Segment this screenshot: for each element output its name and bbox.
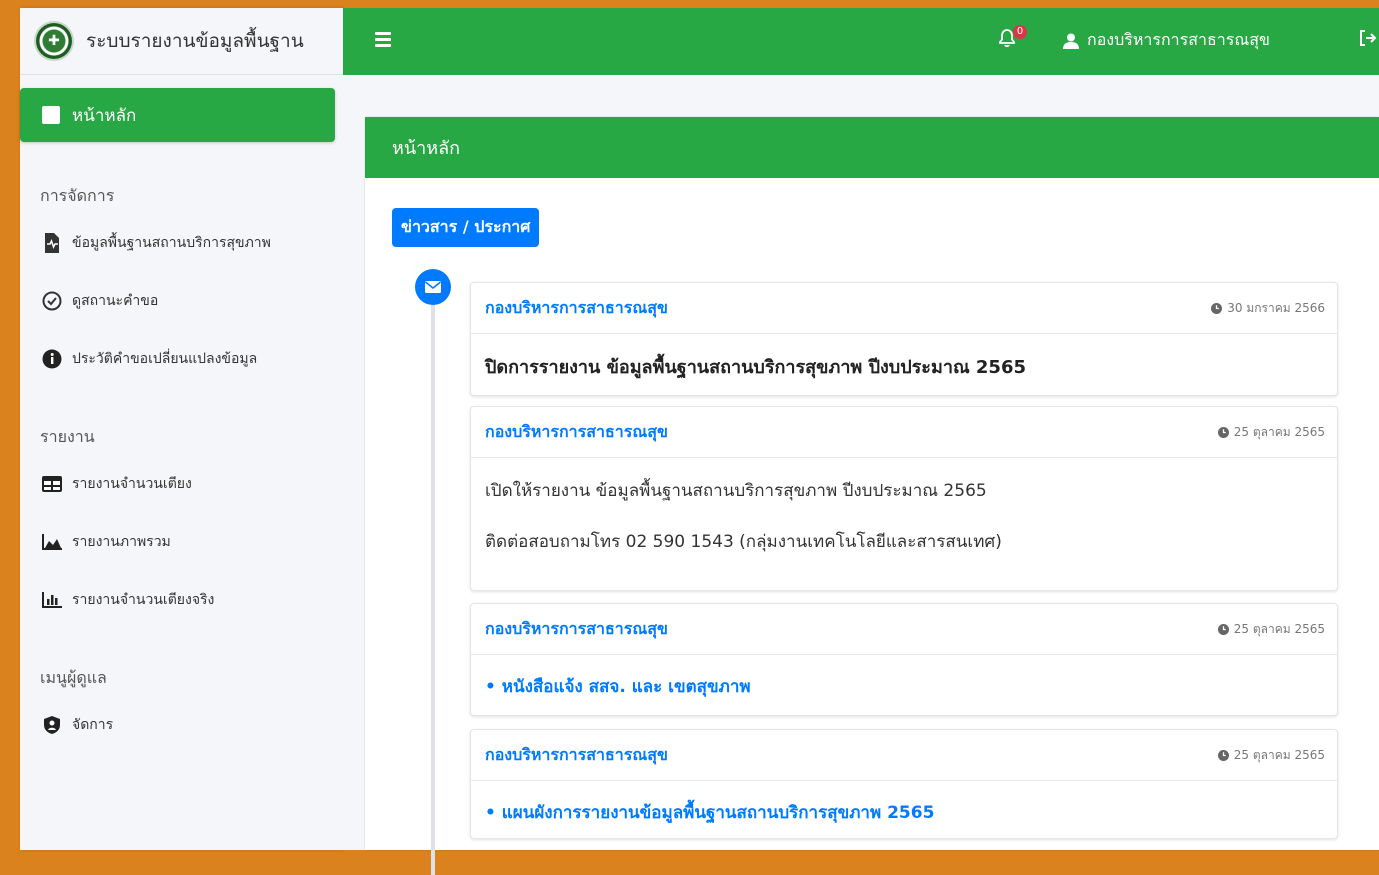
news-date: 25 ตุลาคม 2565 — [1233, 747, 1325, 762]
home-square-icon — [42, 106, 60, 124]
brand-title: ระบบรายงานข้อมูลพื้นฐาน — [86, 30, 304, 52]
clock-icon — [1217, 749, 1229, 761]
timeline-line — [431, 275, 435, 875]
news-text: เปิดให้รายงาน ข้อมูลพื้นฐานสถานบริการสุข… — [485, 481, 987, 501]
sidebar-item-label: ข้อมูลพื้นฐานสถานบริการสุขภาพ — [72, 235, 271, 251]
main-content: หน้าหลัก ข่าวสาร / ประกาศ กองบริหารการสา… — [343, 75, 1379, 875]
card-title: หน้าหลัก — [365, 117, 1379, 178]
check-circle-icon — [42, 291, 62, 311]
news-author: กองบริหารการสาธารณสุข — [485, 618, 668, 638]
sidebar-item-label: จัดการ — [72, 717, 114, 733]
news-time: 25 ตุลาคม 2565 — [1217, 620, 1325, 639]
logout-button[interactable] — [1359, 30, 1377, 50]
sidebar-header-reports: รายงาน — [40, 427, 95, 446]
news-item: กองบริหารการสาธารณสุข 30 มกราคม 2566 ปิด… — [470, 282, 1338, 396]
news-date: 30 มกราคม 2566 — [1227, 300, 1325, 315]
sidebar-item-label: รายงานภาพรวม — [72, 534, 171, 550]
sidebar-item-label: ดูสถานะคำขอ — [72, 293, 159, 309]
notifications-button[interactable]: 0 — [998, 25, 1027, 52]
sidebar-item-overview-report[interactable]: รายงานภาพรวม — [20, 520, 343, 564]
clock-icon — [1217, 426, 1229, 438]
bar-chart-icon — [42, 590, 62, 610]
clock-icon — [1211, 302, 1223, 314]
file-medical-icon — [42, 233, 62, 253]
news-link[interactable]: • หนังสือแจ้ง สสจ. และ เขตสุขภาพ — [485, 673, 1323, 700]
info-circle-icon — [42, 349, 62, 369]
brand-link[interactable]: ✚ ระบบรายงานข้อมูลพื้นฐาน — [20, 8, 343, 75]
notification-count-badge: 0 — [1013, 25, 1027, 39]
news-item: กองบริหารการสาธารณสุข 25 ตุลาคม 2565 • แ… — [470, 729, 1338, 839]
area-chart-icon — [42, 532, 62, 552]
sidebar-item-request-status[interactable]: ดูสถานะคำขอ — [20, 279, 343, 323]
sidebar-item-label: ประวัติคำขอเปลี่ยนแปลงข้อมูล — [72, 351, 258, 367]
sidebar-header-management: การจัดการ — [40, 186, 115, 205]
news-item: กองบริหารการสาธารณสุข 25 ตุลาคม 2565 เปิ… — [470, 406, 1338, 591]
news-time: 30 มกราคม 2566 — [1211, 299, 1325, 318]
news-text: ปิดการรายงาน ข้อมูลพื้นฐานสถานบริการสุขภ… — [485, 357, 1027, 378]
user-name: กองบริหารการสาธารณสุข — [1087, 30, 1270, 49]
sidebar-item-label: หน้าหลัก — [72, 105, 137, 126]
sidebar-item-facility-data[interactable]: ข้อมูลพื้นฐานสถานบริการสุขภาพ — [20, 221, 343, 265]
ministry-logo-icon: ✚ — [36, 23, 72, 59]
news-announcement-label: ข่าวสาร / ประกาศ — [392, 208, 540, 247]
news-time: 25 ตุลาคม 2565 — [1217, 746, 1325, 765]
news-author: กองบริหารการสาธารณสุข — [485, 744, 668, 764]
sidebar-item-home[interactable]: หน้าหลัก — [20, 88, 335, 142]
user-icon — [1063, 33, 1079, 49]
news-author: กองบริหารการสาธารณสุข — [485, 421, 668, 441]
sidebar-item-change-history[interactable]: ประวัติคำขอเปลี่ยนแปลงข้อมูล — [20, 337, 343, 381]
clock-icon — [1217, 623, 1229, 635]
news-time: 25 ตุลาคม 2565 — [1217, 423, 1325, 442]
news-text: ติดต่อสอบถามโทร 02 590 1543 (กลุ่มงานเทค… — [485, 532, 1002, 552]
sign-out-icon — [1360, 30, 1377, 46]
table-icon — [42, 474, 62, 494]
sidebar-header-admin: เมนูผู้ดูแล — [40, 668, 107, 687]
news-date: 25 ตุลาคม 2565 — [1233, 424, 1325, 439]
top-navbar: 0 กองบริหารการสาธารณสุข — [343, 8, 1379, 75]
news-item: กองบริหารการสาธารณสุข 25 ตุลาคม 2565 • ห… — [470, 603, 1338, 716]
home-card: หน้าหลัก ข่าวสาร / ประกาศ กองบริหารการสา… — [365, 117, 1379, 875]
sidebar: ✚ ระบบรายงานข้อมูลพื้นฐาน หน้าหลัก การจั… — [20, 8, 343, 850]
news-author: กองบริหารการสาธารณสุข — [485, 297, 668, 317]
sidebar-item-label: รายงานจำนวนเตียง — [72, 476, 192, 492]
menu-toggle-icon[interactable] — [375, 32, 391, 50]
news-link[interactable]: • แผนผังการรายงานข้อมูลพื้นฐานสถานบริการ… — [485, 799, 1323, 826]
sidebar-item-manage[interactable]: จัดการ — [20, 703, 343, 747]
envelope-icon — [415, 269, 451, 305]
sidebar-item-bed-report[interactable]: รายงานจำนวนเตียง — [20, 462, 343, 506]
user-menu[interactable]: กองบริหารการสาธารณสุข — [1063, 28, 1270, 53]
user-shield-icon — [42, 715, 62, 735]
sidebar-item-label: รายงานจำนวนเตียงจริง — [72, 592, 215, 608]
news-date: 25 ตุลาคม 2565 — [1233, 621, 1325, 636]
sidebar-item-actual-bed-report[interactable]: รายงานจำนวนเตียงจริง — [20, 578, 343, 622]
